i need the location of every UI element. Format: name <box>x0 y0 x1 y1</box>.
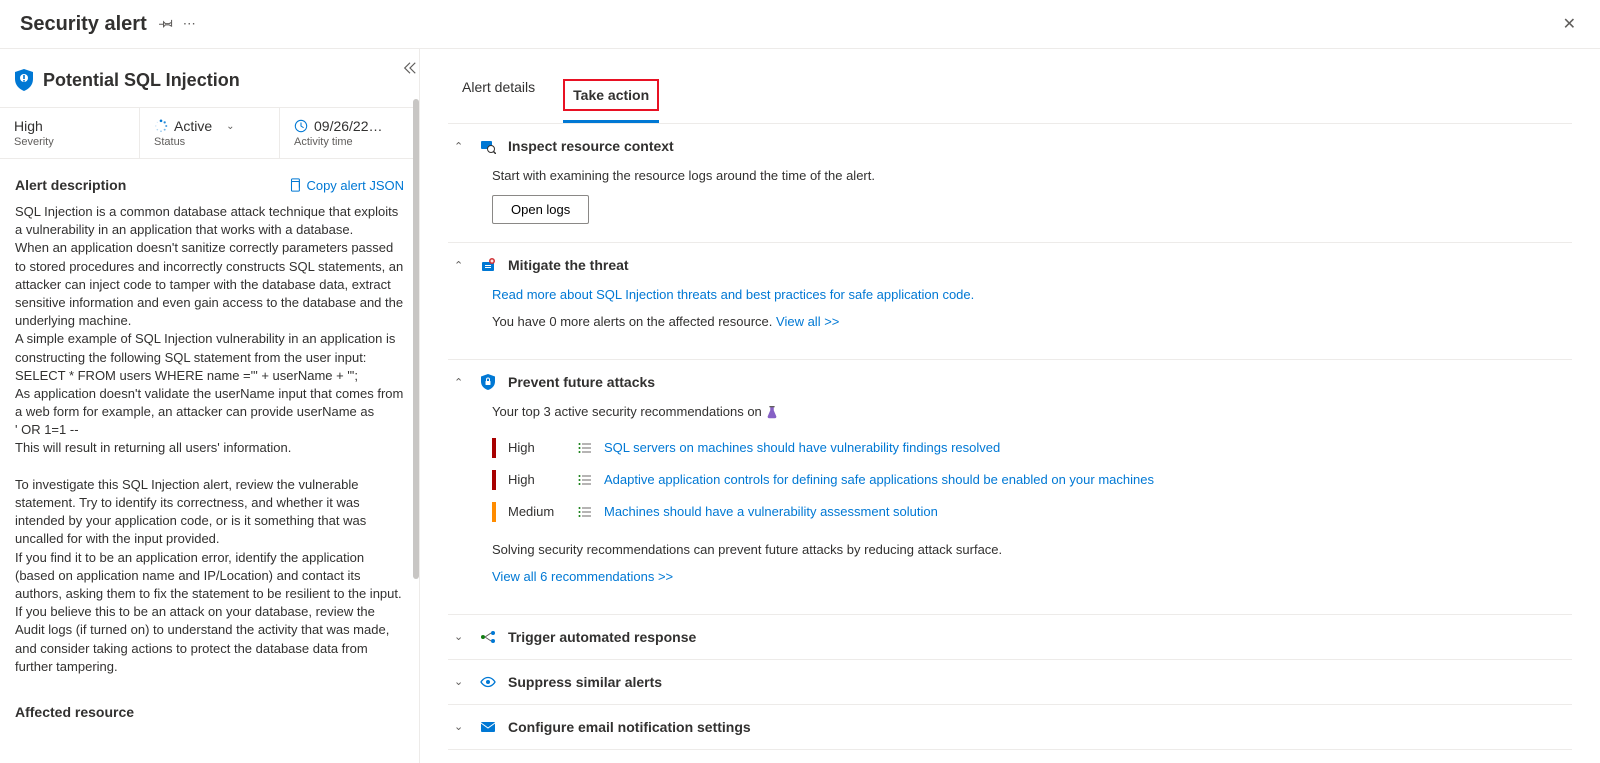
right-panel: Alert details Take action ⌃ Inspect reso… <box>420 49 1600 763</box>
recommendation-row: Medium Machines should have a vulnerabili… <box>492 496 1566 528</box>
section-suppress-header[interactable]: ⌄ Suppress similar alerts <box>448 660 1572 704</box>
list-icon <box>578 442 592 454</box>
beaker-icon <box>765 406 779 420</box>
section-mitigate-header[interactable]: ⌃ Mitigate the threat <box>448 243 1572 287</box>
chevron-up-icon: ⌃ <box>454 259 468 272</box>
inspect-title: Inspect resource context <box>508 138 674 154</box>
section-suppress: ⌄ Suppress similar alerts <box>448 660 1572 705</box>
severity-text: Medium <box>508 504 566 519</box>
scrollbar[interactable] <box>413 99 419 579</box>
page-title: Security alert <box>20 13 147 36</box>
shield-lock-icon <box>480 374 496 390</box>
chevron-up-icon: ⌃ <box>454 140 468 153</box>
copy-alert-json-link[interactable]: Copy alert JSON <box>288 178 404 193</box>
mail-icon <box>480 719 496 735</box>
activity-value: 09/26/22… <box>314 118 383 134</box>
mitigate-read-more-link[interactable]: Read more about SQL Injection threats an… <box>492 287 974 302</box>
severity-text: High <box>508 472 566 487</box>
prevent-footer: Solving security recommendations can pre… <box>492 542 1566 557</box>
pin-icon[interactable] <box>159 16 173 32</box>
severity-text: High <box>508 440 566 455</box>
severity-value: High <box>14 118 43 134</box>
recommendation-link[interactable]: Adaptive application controls for defini… <box>604 472 1154 487</box>
section-trigger: ⌄ Trigger automated response <box>448 615 1572 660</box>
left-panel: Potential SQL Injection High Severity Ac… <box>0 49 420 763</box>
alert-description: SQL Injection is a common database attac… <box>0 203 419 694</box>
description-header: Alert description <box>15 177 126 193</box>
inspect-icon <box>480 138 496 154</box>
collapse-panel-icon[interactable] <box>403 61 417 75</box>
section-mitigate: ⌃ Mitigate the threat Read more about SQ… <box>448 243 1572 360</box>
severity-cell: High Severity <box>0 108 140 158</box>
recommendation-row: High SQL servers on machines should have … <box>492 432 1566 464</box>
chevron-down-icon: ⌄ <box>226 121 234 132</box>
suppress-title: Suppress similar alerts <box>508 674 662 690</box>
section-inspect: ⌃ Inspect resource context Start with ex… <box>448 124 1572 243</box>
chevron-down-icon: ⌄ <box>454 720 468 733</box>
more-icon[interactable]: ⋯ <box>183 16 196 32</box>
section-email-header[interactable]: ⌄ Configure email notification settings <box>448 705 1572 749</box>
tabs: Alert details Take action <box>448 49 1572 124</box>
mitigate-title: Mitigate the threat <box>508 257 629 273</box>
email-title: Configure email notification settings <box>508 719 751 735</box>
flow-icon <box>480 629 496 645</box>
trigger-title: Trigger automated response <box>508 629 696 645</box>
eye-off-icon <box>480 674 496 690</box>
section-trigger-header[interactable]: ⌄ Trigger automated response <box>448 615 1572 659</box>
tab-alert-details[interactable]: Alert details <box>448 69 549 123</box>
status-label: Status <box>154 136 265 148</box>
open-logs-button[interactable]: Open logs <box>492 195 589 224</box>
status-value: Active <box>174 118 212 134</box>
prevent-intro: Your top 3 active security recommendatio… <box>492 404 765 419</box>
more-alerts-text: You have 0 more alerts on the affected r… <box>492 314 776 329</box>
severity-bar <box>492 438 496 458</box>
inspect-body-text: Start with examining the resource logs a… <box>492 168 1566 183</box>
activity-label: Activity time <box>294 136 405 148</box>
shield-icon <box>15 69 33 91</box>
recommendation-row: High Adaptive application controls for de… <box>492 464 1566 496</box>
tab-take-action[interactable]: Take action <box>549 69 673 123</box>
recommendation-link[interactable]: Machines should have a vulnerability ass… <box>604 504 938 519</box>
chevron-down-icon: ⌄ <box>454 630 468 643</box>
stats-row: High Severity Active ⌄ Status <box>0 107 419 159</box>
chevron-down-icon: ⌄ <box>454 675 468 688</box>
status-cell[interactable]: Active ⌄ Status <box>140 108 280 158</box>
section-inspect-header[interactable]: ⌃ Inspect resource context <box>448 124 1572 168</box>
section-email: ⌄ Configure email notification settings <box>448 705 1572 750</box>
close-button[interactable]: ✕ <box>1559 10 1580 38</box>
severity-label: Severity <box>14 136 125 148</box>
list-icon <box>578 474 592 486</box>
alert-title: Potential SQL Injection <box>43 70 240 91</box>
mitigate-icon <box>480 257 496 273</box>
clock-icon <box>294 119 308 133</box>
recommendation-link[interactable]: SQL servers on machines should have vuln… <box>604 440 1000 455</box>
view-all-alerts-link[interactable]: View all >> <box>776 314 839 329</box>
severity-bar <box>492 470 496 490</box>
copy-icon <box>288 178 302 192</box>
prevent-title: Prevent future attacks <box>508 374 655 390</box>
chevron-up-icon: ⌃ <box>454 376 468 389</box>
section-prevent: ⌃ Prevent future attacks Your top 3 acti… <box>448 360 1572 615</box>
view-all-recs-link[interactable]: View all 6 recommendations >> <box>492 569 673 584</box>
activity-cell: 09/26/22… Activity time <box>280 108 419 158</box>
spinner-icon <box>154 119 168 133</box>
page-header: Security alert ⋯ ✕ <box>0 0 1600 49</box>
list-icon <box>578 506 592 518</box>
section-prevent-header[interactable]: ⌃ Prevent future attacks <box>448 360 1572 404</box>
affected-resource-header: Affected resource <box>0 694 419 730</box>
severity-bar <box>492 502 496 522</box>
